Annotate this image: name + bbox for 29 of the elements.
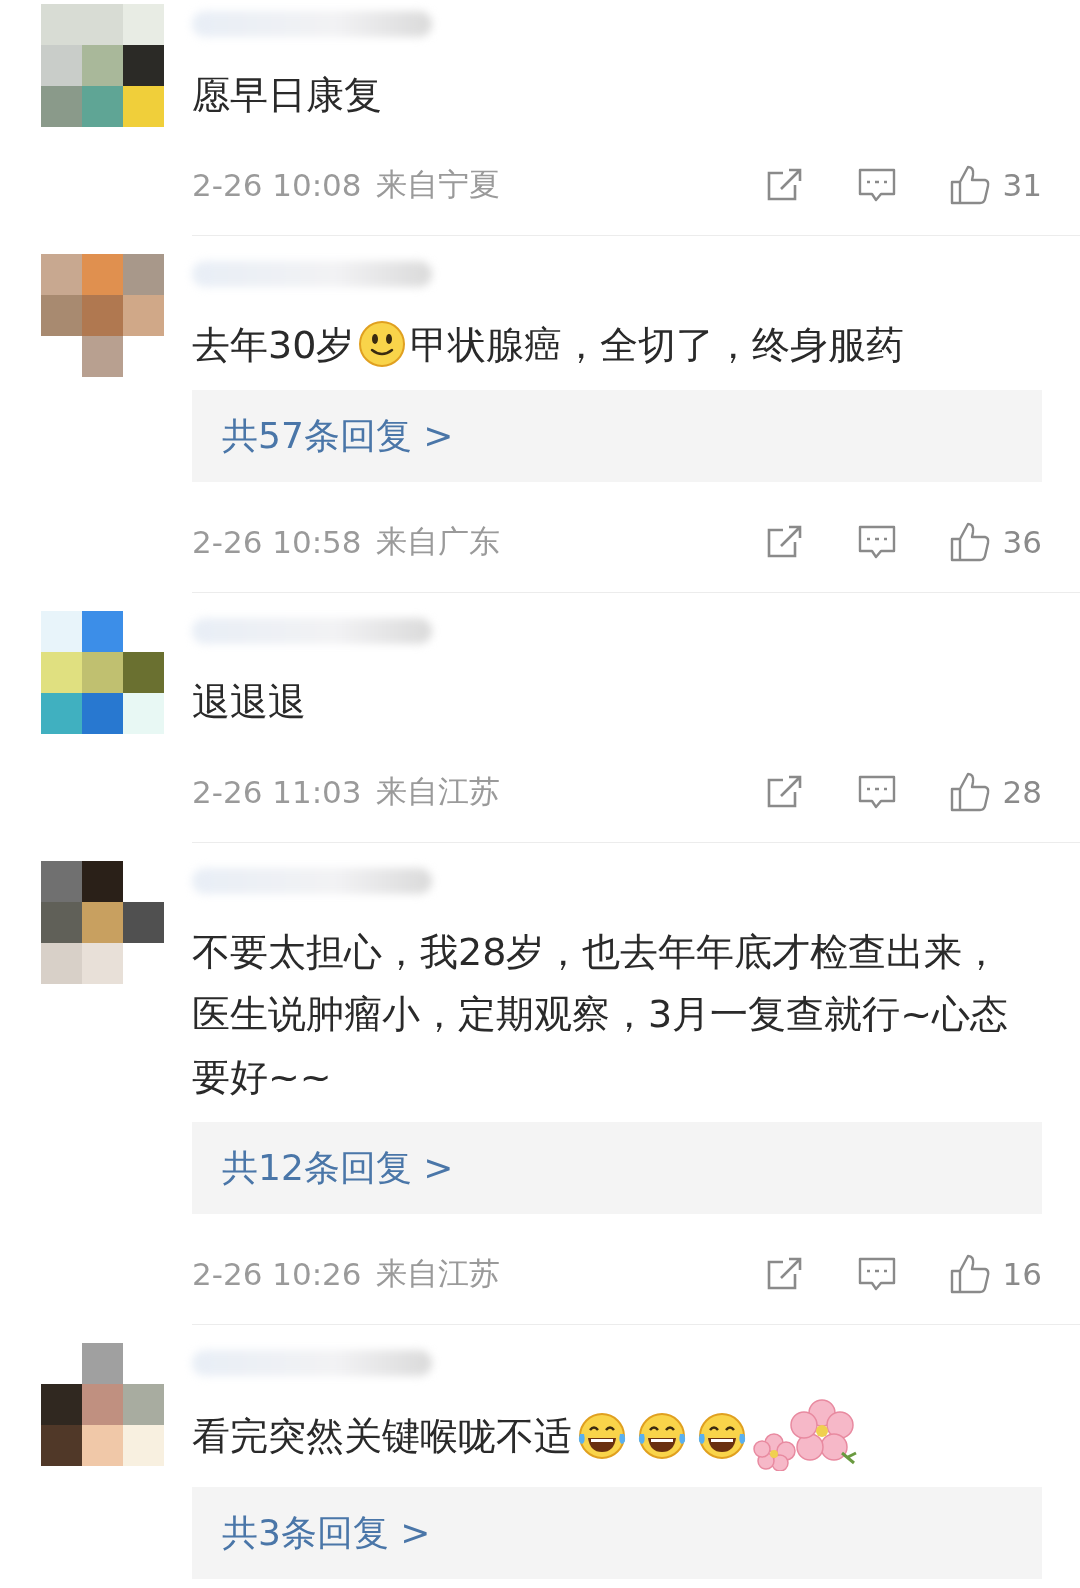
like-count: 16 (1002, 1256, 1042, 1292)
comment-location: 来自广东 (375, 522, 500, 561)
comment-text: 去年30岁 (192, 322, 355, 366)
like-count: 36 (1002, 524, 1042, 560)
thumbs-up-icon[interactable] (948, 1253, 991, 1295)
comment-time: 2-26 10:26 (192, 1256, 362, 1292)
reply-count-link[interactable]: 共12条回复 > (192, 1122, 1042, 1214)
tears-of-joy-emoji-icon (576, 1412, 628, 1460)
like-count: 31 (1002, 166, 1042, 203)
smiley-emoji-icon (358, 320, 407, 368)
comment-time: 2-26 10:58 (192, 524, 362, 560)
tears-of-joy-emoji-icon (636, 1412, 688, 1460)
comment-time: 2-26 11:03 (192, 773, 362, 810)
thumbs-up-icon[interactable] (948, 521, 991, 563)
comment-location: 来自江苏 (375, 771, 500, 811)
thumbs-up-icon[interactable] (948, 163, 991, 206)
comment-location: 来自宁夏 (375, 164, 500, 204)
thumbs-up-icon[interactable] (948, 770, 991, 813)
comment-text: 甲状腺癌，全切了，终身服药 (410, 322, 905, 366)
comment-text: 退退退 (192, 679, 306, 724)
comment-location: 来自江苏 (375, 1254, 500, 1293)
like-count: 28 (1002, 773, 1042, 810)
comment-text: 愿早日康复 (192, 72, 382, 117)
comment-time: 2-26 10:08 (192, 166, 362, 203)
reply-count-link[interactable]: 共3条回复 > (192, 1487, 1042, 1579)
tears-of-joy-emoji-icon (696, 1412, 748, 1460)
comment-text: 不要太担心，我28岁，也去年年底才检查出来，医生说肿瘤小，定期观察，3月一复查就行~心态要好~~ (192, 929, 1009, 1098)
reply-count-link[interactable]: 共57条回复 > (192, 390, 1042, 482)
comment-text: 看完突然关键喉咙不适 (192, 1414, 572, 1458)
